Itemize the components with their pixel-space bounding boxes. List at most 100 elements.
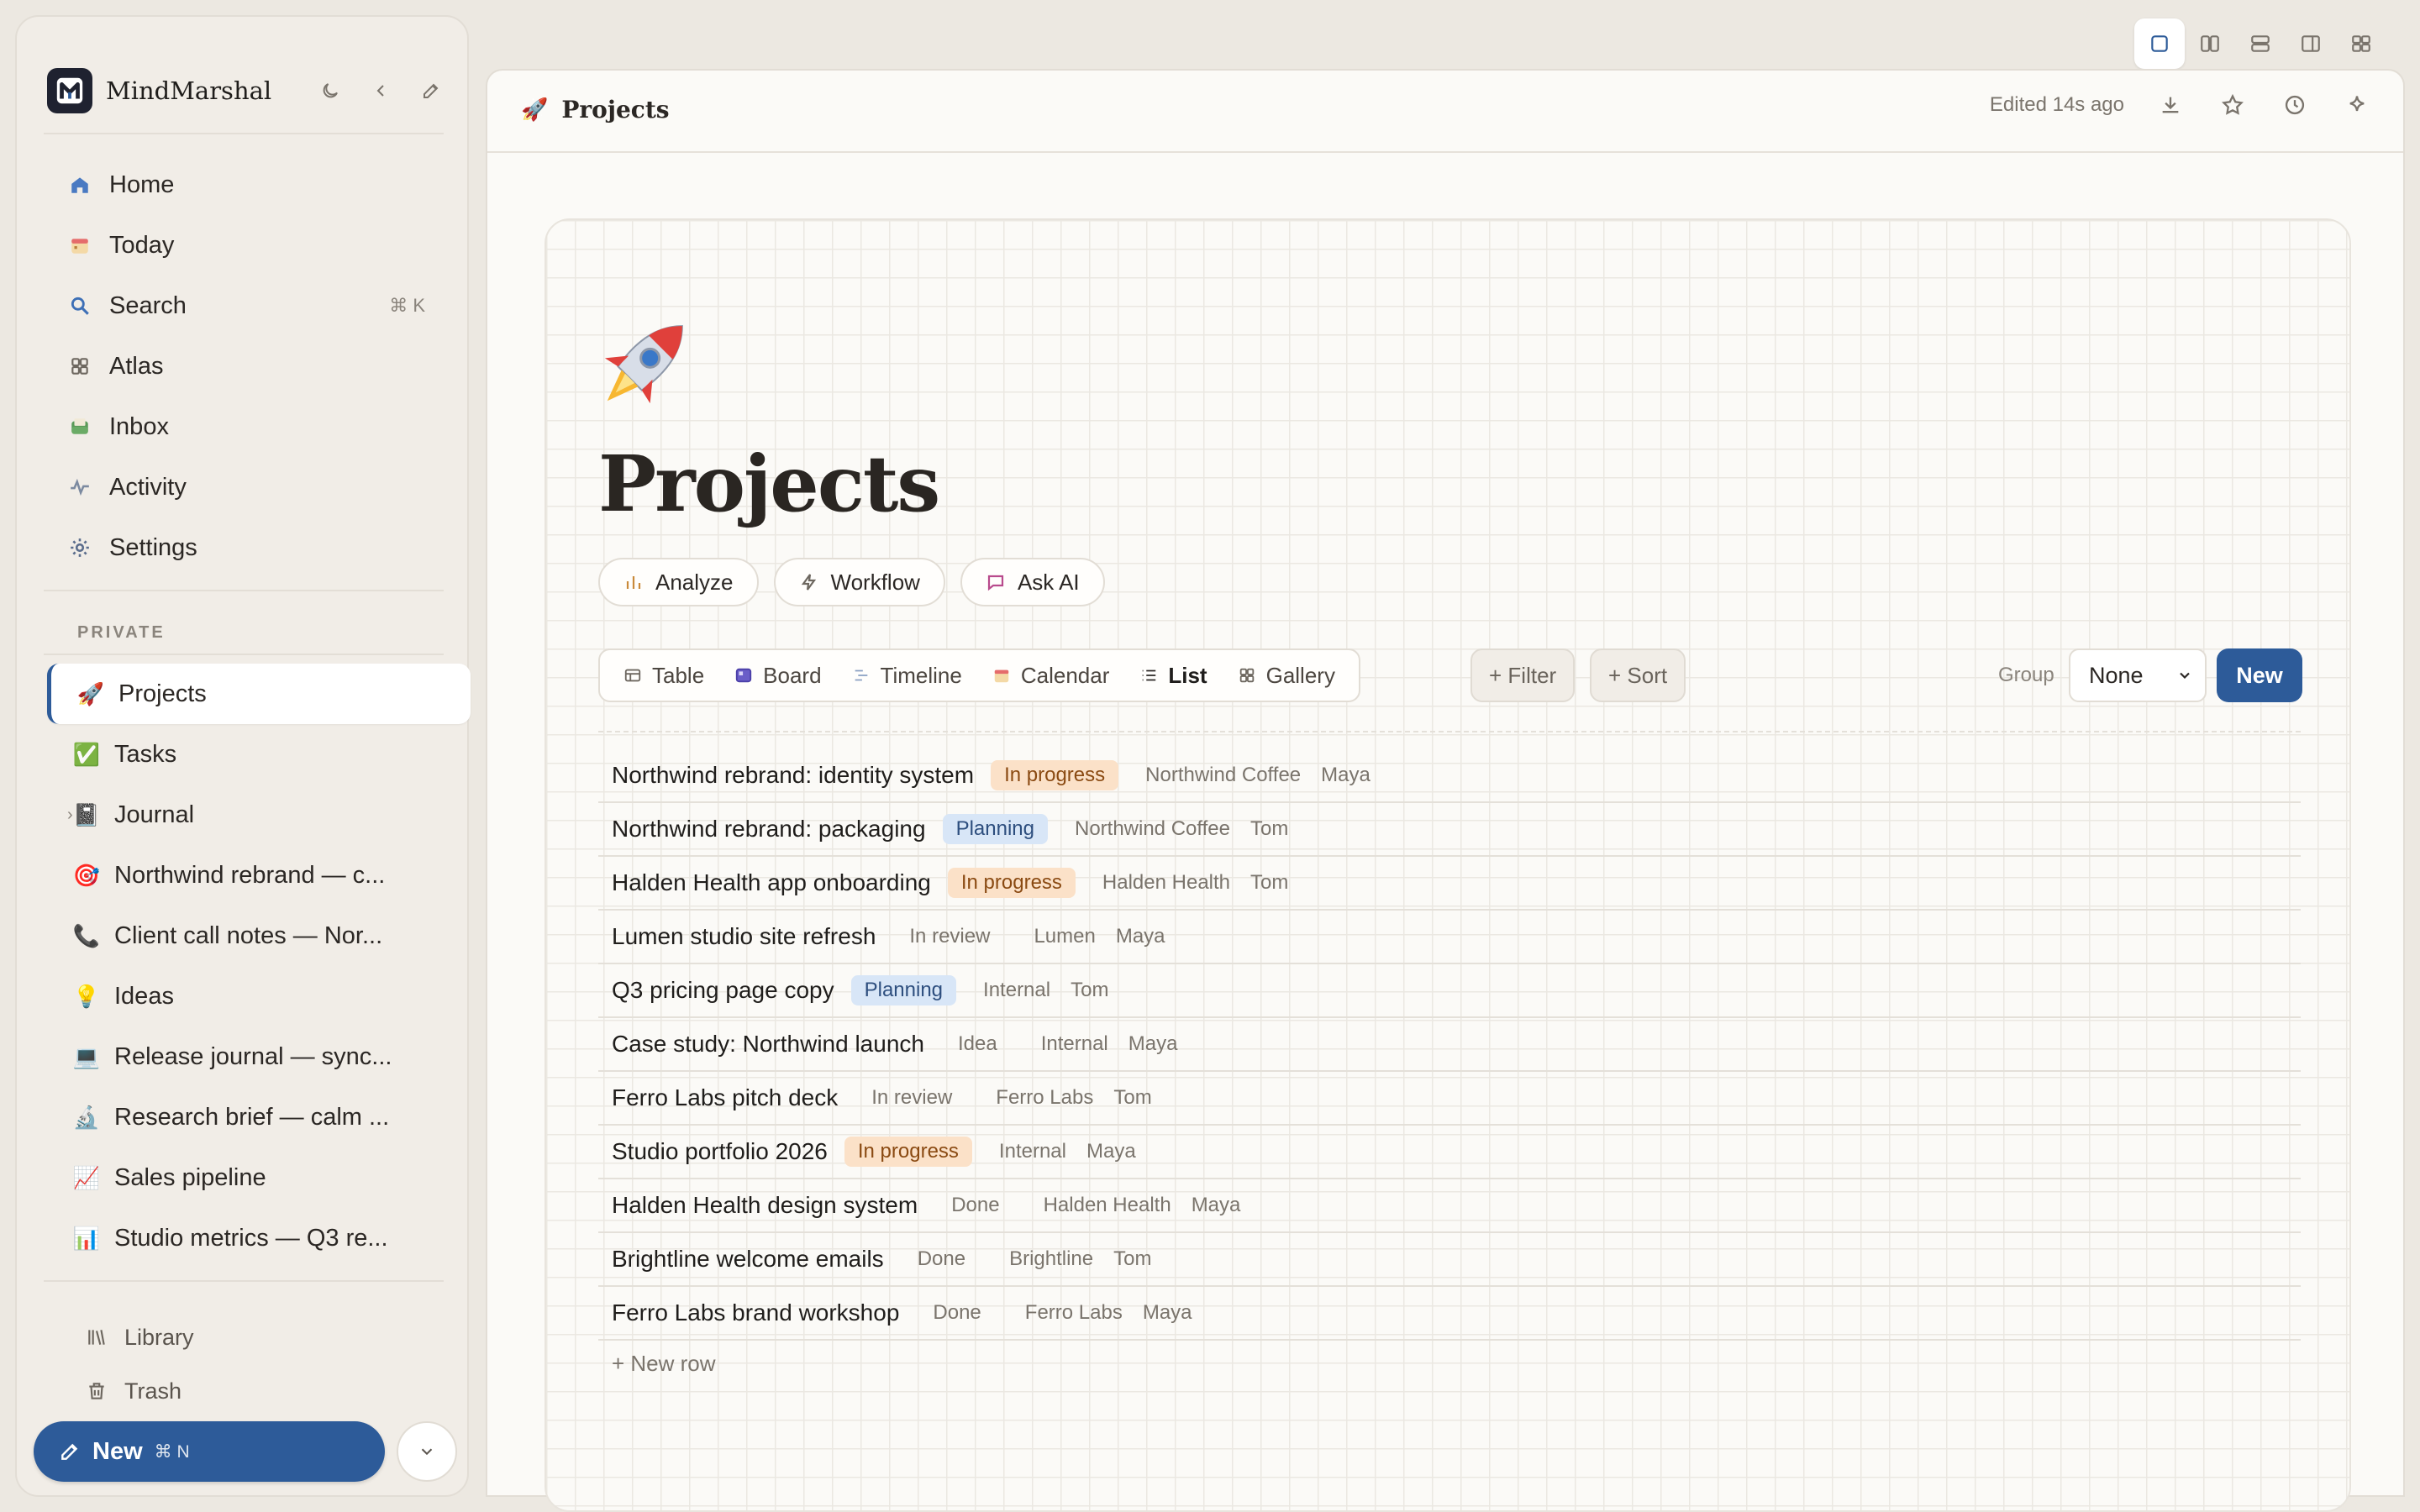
list-item[interactable]: Brightline welcome emails Done Brightlin… (598, 1233, 2301, 1287)
sidebar-page-tasks[interactable]: ✅ Tasks (47, 724, 471, 785)
row-title[interactable]: Northwind rebrand: identity system (612, 762, 974, 789)
sidebar-page-northwind[interactable]: 🎯 Northwind rebrand — c... (47, 845, 471, 906)
add-row-button[interactable]: + New row (612, 1351, 716, 1377)
sidebar-item-library[interactable]: Library (47, 1310, 450, 1364)
row-title[interactable]: Q3 pricing page copy (612, 977, 834, 1004)
tab-calendar[interactable]: Calendar (977, 648, 1125, 702)
list-item[interactable]: Q3 pricing page copy Planning Internal T… (598, 964, 2301, 1018)
sidebar-item-inbox[interactable]: Inbox (47, 396, 450, 457)
app-logo-icon[interactable] (47, 68, 92, 113)
history-icon[interactable] (2279, 89, 2311, 121)
list-item[interactable]: Northwind rebrand: packaging Planning No… (598, 803, 2301, 857)
row-title[interactable]: Ferro Labs pitch deck (612, 1084, 838, 1111)
sidebar-page-studio-metrics[interactable]: 📊 Studio metrics — Q3 re... (47, 1208, 471, 1268)
star-icon[interactable] (2217, 89, 2249, 121)
workflow-button[interactable]: Workflow (773, 558, 945, 606)
row-title[interactable]: Brightline welcome emails (612, 1246, 884, 1273)
list-item[interactable]: Northwind rebrand: identity system In pr… (598, 749, 2301, 803)
layout-grid-button[interactable] (2336, 18, 2386, 69)
tab-gallery[interactable]: Gallery (1223, 648, 1350, 702)
sidebar-page-projects[interactable]: 🚀 Projects (47, 664, 471, 724)
chevron-right-icon[interactable]: › (67, 806, 73, 825)
sidebar-item-search[interactable]: Search ⌘ K (47, 276, 450, 336)
list-item[interactable]: Ferro Labs pitch deck In review Ferro La… (598, 1072, 2301, 1126)
list-item[interactable]: Case study: Northwind launch Idea Intern… (598, 1018, 2301, 1072)
filter-button[interactable]: + Filter (1470, 648, 1576, 702)
sidebar-page-ideas[interactable]: 💡 Ideas (47, 966, 471, 1026)
sidebar-item-today[interactable]: Today (47, 215, 450, 276)
sidebar-item-atlas[interactable]: Atlas (47, 336, 450, 396)
new-entry-button[interactable]: New (2217, 648, 2302, 702)
new-page-button[interactable]: New ⌘ N (34, 1421, 385, 1482)
layout-sidepanel-button[interactable] (2286, 18, 2336, 69)
status-badge[interactable]: Done (934, 1190, 1016, 1221)
sidebar-nav: Home Today Search ⌘ K Atlas Inbox Activi… (47, 155, 450, 578)
moon-icon[interactable] (314, 75, 346, 107)
collapse-sidebar-icon[interactable] (365, 75, 397, 107)
group-label: Group (1998, 664, 2054, 686)
status-badge[interactable]: In progress (991, 760, 1119, 790)
row-client: Halden Health (1043, 1194, 1171, 1216)
sidebar-page-release-journal[interactable]: 💻 Release journal — sync... (47, 1026, 471, 1087)
row-client: Halden Health (1102, 871, 1231, 894)
new-button-shortcut: ⌘ N (154, 1441, 190, 1462)
sidebar-page-journal[interactable]: › 📓 Journal (47, 785, 471, 845)
download-icon[interactable] (2154, 89, 2186, 121)
row-title[interactable]: Ferro Labs brand workshop (612, 1299, 899, 1326)
layout-split-vertical-button[interactable] (2185, 18, 2235, 69)
sidebar-page-sales-pipeline[interactable]: 📈 Sales pipeline (47, 1147, 471, 1208)
layout-single-button[interactable] (2134, 18, 2185, 69)
sidebar-item-settings[interactable]: Settings (47, 517, 450, 578)
sidebar-item-label: Search (109, 291, 187, 319)
status-badge[interactable]: In review (892, 921, 1007, 952)
row-title[interactable]: Lumen studio site refresh (612, 923, 876, 950)
breadcrumb[interactable]: 🚀 Projects (521, 96, 670, 123)
analyze-button[interactable]: Analyze (598, 558, 759, 606)
status-badge[interactable]: In review (855, 1083, 969, 1113)
row-title[interactable]: Halden Health app onboarding (612, 869, 931, 896)
tab-timeline[interactable]: Timeline (837, 648, 977, 702)
list-item[interactable]: Studio portfolio 2026 In progress Intern… (598, 1126, 2301, 1179)
sidebar-item-label: Library (124, 1324, 194, 1350)
sidebar-item-home[interactable]: Home (47, 155, 450, 215)
status-badge[interactable]: In progress (844, 1137, 972, 1167)
row-title[interactable]: Northwind rebrand: packaging (612, 816, 926, 843)
row-title[interactable]: Studio portfolio 2026 (612, 1138, 828, 1165)
list-item[interactable]: Ferro Labs brand workshop Done Ferro Lab… (598, 1287, 2301, 1341)
status-badge[interactable]: Idea (941, 1029, 1014, 1059)
gear-icon (67, 535, 92, 560)
sidebar-item-activity[interactable]: Activity (47, 457, 450, 517)
list-item[interactable]: Halden Health design system Done Halden … (598, 1179, 2301, 1233)
sort-button[interactable]: + Sort (1590, 648, 1686, 702)
sparkle-icon[interactable] (2341, 89, 2373, 121)
check-icon: ✅ (72, 741, 101, 767)
new-options-button[interactable] (397, 1421, 457, 1482)
row-owner: Maya (1086, 1140, 1136, 1163)
gallery-icon (1239, 668, 1254, 683)
tab-board[interactable]: Board (719, 648, 836, 702)
sidebar-item-trash[interactable]: Trash (47, 1364, 450, 1418)
group-select[interactable]: None (2069, 648, 2207, 702)
ask-ai-button[interactable]: Ask AI (960, 558, 1105, 606)
page-list: 🚀 Projects ✅ Tasks › 📓 Journal 🎯 Northwi… (47, 664, 471, 1268)
page-title[interactable]: Projects (598, 438, 940, 529)
status-badge[interactable]: Planning (850, 975, 957, 1005)
edit-icon[interactable] (415, 75, 447, 107)
tab-list[interactable]: List (1124, 648, 1222, 702)
list-item[interactable]: Halden Health app onboarding In progress… (598, 857, 2301, 911)
tab-table[interactable]: Table (608, 648, 719, 702)
status-badge[interactable]: Done (901, 1244, 982, 1274)
layout-split-horizontal-button[interactable] (2235, 18, 2286, 69)
row-title[interactable]: Halden Health design system (612, 1192, 918, 1219)
row-owner: Tom (1113, 1086, 1152, 1109)
status-badge[interactable]: Planning (942, 814, 1048, 844)
sidebar-page-client-call[interactable]: 📞 Client call notes — Nor... (47, 906, 471, 966)
sidebar-page-research-brief[interactable]: 🔬 Research brief — calm ... (47, 1087, 471, 1147)
home-icon (67, 172, 92, 197)
status-badge[interactable]: Done (916, 1298, 997, 1328)
status-badge[interactable]: In progress (947, 868, 1076, 898)
row-title[interactable]: Case study: Northwind launch (612, 1031, 924, 1058)
page-icon-rocket[interactable] (587, 304, 704, 422)
list-item[interactable]: Lumen studio site refresh In review Lume… (598, 911, 2301, 964)
new-button-label: New (92, 1437, 143, 1465)
